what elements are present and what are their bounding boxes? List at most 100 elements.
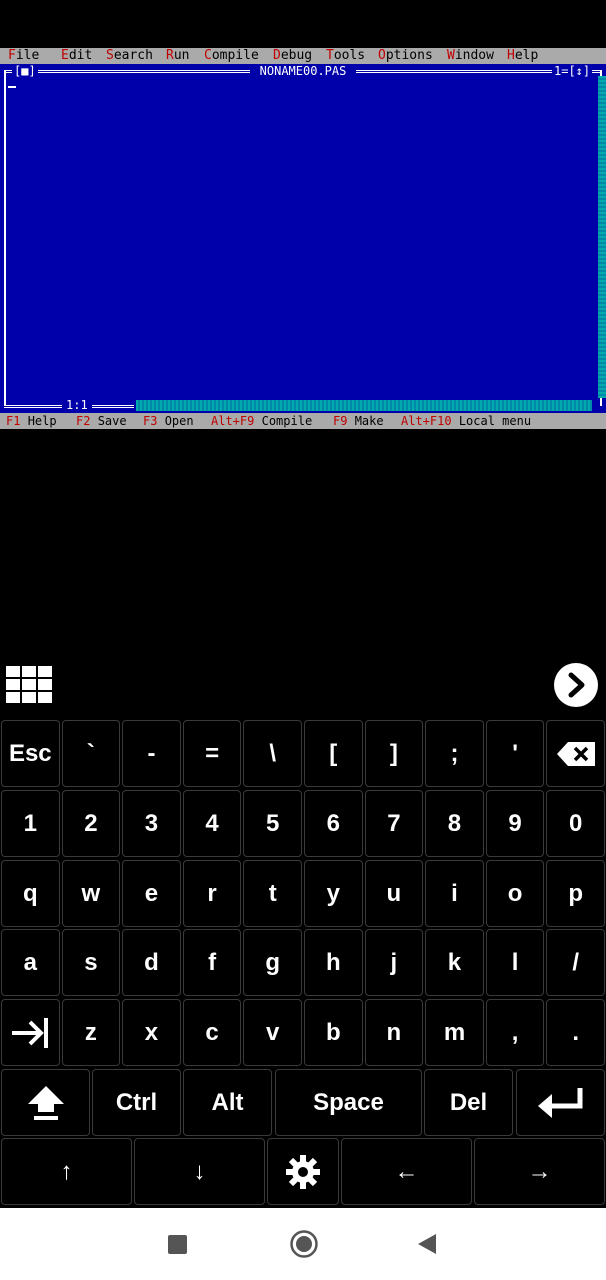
key-semicolon[interactable]: ; bbox=[425, 720, 484, 787]
status-help[interactable]: F1 Help bbox=[6, 413, 57, 429]
key-5[interactable]: 5 bbox=[243, 790, 302, 857]
vertical-scrollbar[interactable] bbox=[598, 76, 606, 398]
menu-compile[interactable]: Compile bbox=[204, 48, 259, 64]
key-label: q bbox=[22, 879, 38, 907]
key-backspace[interactable] bbox=[546, 720, 605, 787]
key-label: [ bbox=[329, 739, 338, 767]
key-shift[interactable] bbox=[1, 1069, 90, 1136]
key-b[interactable]: b bbox=[304, 999, 363, 1066]
home-button[interactable] bbox=[289, 1229, 319, 1259]
menu-options[interactable]: Options bbox=[378, 48, 433, 64]
key-period[interactable]: . bbox=[546, 999, 605, 1066]
menu-run[interactable]: Run bbox=[166, 48, 189, 64]
menu-bar: File Edit Search Run Compile Debug Tools… bbox=[0, 48, 606, 64]
key-backtick[interactable]: ` bbox=[61, 720, 121, 787]
key-label: a bbox=[23, 948, 37, 976]
key-3[interactable]: 3 bbox=[122, 790, 181, 857]
key-label: - bbox=[147, 739, 156, 767]
key-c[interactable]: c bbox=[182, 999, 242, 1066]
key-1[interactable]: 1 bbox=[1, 790, 60, 857]
key-o[interactable]: o bbox=[485, 860, 545, 927]
settings-key[interactable] bbox=[267, 1138, 339, 1205]
menu-edit[interactable]: Edit bbox=[61, 48, 92, 64]
key-apostrophe[interactable]: ' bbox=[485, 720, 545, 787]
key-i[interactable]: i bbox=[425, 860, 484, 927]
key-s[interactable]: s bbox=[61, 929, 121, 996]
key-4[interactable]: 4 bbox=[182, 790, 242, 857]
status-compile[interactable]: Alt+F9 Compile bbox=[211, 413, 312, 429]
key-w[interactable]: w bbox=[61, 860, 121, 927]
key-u[interactable]: u bbox=[364, 860, 424, 927]
key-p[interactable]: p bbox=[546, 860, 605, 927]
horizontal-scrollbar[interactable] bbox=[136, 400, 592, 411]
key-slash[interactable]: / bbox=[546, 929, 605, 996]
key-n[interactable]: n bbox=[364, 999, 424, 1066]
key-space[interactable]: Space bbox=[275, 1069, 422, 1136]
key-alt[interactable]: Alt bbox=[183, 1069, 272, 1136]
key-v[interactable]: v bbox=[243, 999, 302, 1066]
key-a[interactable]: a bbox=[1, 929, 60, 996]
key-9[interactable]: 9 bbox=[485, 790, 545, 857]
key-label: Ctrl bbox=[115, 1088, 158, 1116]
status-save[interactable]: F2 Save bbox=[76, 413, 127, 429]
key-8[interactable]: 8 bbox=[425, 790, 484, 857]
recent-apps-button[interactable] bbox=[168, 1235, 187, 1254]
key-right-bracket[interactable]: ] bbox=[364, 720, 424, 787]
editor-window[interactable]: [■] NONAME00.PAS 1=[↕] 1:1 bbox=[0, 64, 606, 413]
key-m[interactable]: m bbox=[425, 999, 484, 1066]
key-arrow-down[interactable]: ↓ bbox=[134, 1138, 265, 1205]
zoom-box-button[interactable]: 1=[↕] bbox=[552, 64, 593, 78]
key-arrow-up[interactable]: ↑ bbox=[1, 1138, 132, 1205]
key-arrow-right[interactable]: → bbox=[474, 1138, 605, 1205]
key-enter[interactable] bbox=[516, 1069, 605, 1136]
key-left-bracket[interactable]: [ bbox=[304, 720, 363, 787]
key-label: n bbox=[386, 1018, 402, 1046]
key-y[interactable]: y bbox=[304, 860, 363, 927]
key-f[interactable]: f bbox=[182, 929, 242, 996]
status-open[interactable]: F3 Open bbox=[143, 413, 194, 429]
close-box-button[interactable]: [■] bbox=[12, 64, 38, 78]
key-tab[interactable] bbox=[1, 999, 60, 1066]
status-local-menu[interactable]: Alt+F10 Local menu bbox=[401, 413, 531, 429]
tab-icon bbox=[12, 1017, 49, 1048]
key-l[interactable]: l bbox=[485, 929, 545, 996]
key-label: Alt bbox=[211, 1088, 244, 1116]
key-label: e bbox=[144, 879, 159, 907]
key-label: 6 bbox=[326, 809, 340, 837]
key-esc[interactable]: Esc bbox=[1, 720, 60, 787]
menu-help[interactable]: Help bbox=[507, 48, 538, 64]
menu-window[interactable]: Window bbox=[447, 48, 494, 64]
key-d[interactable]: d bbox=[122, 929, 181, 996]
gear-icon bbox=[286, 1154, 320, 1189]
key-2[interactable]: 2 bbox=[61, 790, 121, 857]
key-6[interactable]: 6 bbox=[304, 790, 363, 857]
key-7[interactable]: 7 bbox=[364, 790, 424, 857]
key-del[interactable]: Del bbox=[424, 1069, 513, 1136]
key-equals[interactable]: = bbox=[182, 720, 242, 787]
key-r[interactable]: r bbox=[182, 860, 242, 927]
key-x[interactable]: x bbox=[122, 999, 181, 1066]
back-button[interactable] bbox=[416, 1232, 438, 1256]
menu-search[interactable]: Search bbox=[106, 48, 153, 64]
keyboard-layout-grid-icon[interactable] bbox=[6, 666, 54, 704]
key-0[interactable]: 0 bbox=[546, 790, 605, 857]
key-h[interactable]: h bbox=[304, 929, 363, 996]
status-make[interactable]: F9 Make bbox=[333, 413, 384, 429]
key-e[interactable]: e bbox=[122, 860, 181, 927]
key-label: w bbox=[81, 879, 101, 907]
key-g[interactable]: g bbox=[243, 929, 302, 996]
key-comma[interactable]: , bbox=[485, 999, 545, 1066]
menu-tools[interactable]: Tools bbox=[326, 48, 365, 64]
key-minus[interactable]: - bbox=[122, 720, 181, 787]
key-ctrl[interactable]: Ctrl bbox=[92, 1069, 181, 1136]
menu-file[interactable]: File bbox=[8, 48, 39, 64]
menu-debug[interactable]: Debug bbox=[273, 48, 312, 64]
key-t[interactable]: t bbox=[243, 860, 302, 927]
key-j[interactable]: j bbox=[364, 929, 424, 996]
key-k[interactable]: k bbox=[425, 929, 484, 996]
chevron-right-icon[interactable] bbox=[554, 663, 598, 707]
key-z[interactable]: z bbox=[61, 999, 121, 1066]
key-q[interactable]: q bbox=[1, 860, 60, 927]
key-backslash[interactable]: \ bbox=[243, 720, 302, 787]
key-arrow-left[interactable]: ← bbox=[341, 1138, 472, 1205]
